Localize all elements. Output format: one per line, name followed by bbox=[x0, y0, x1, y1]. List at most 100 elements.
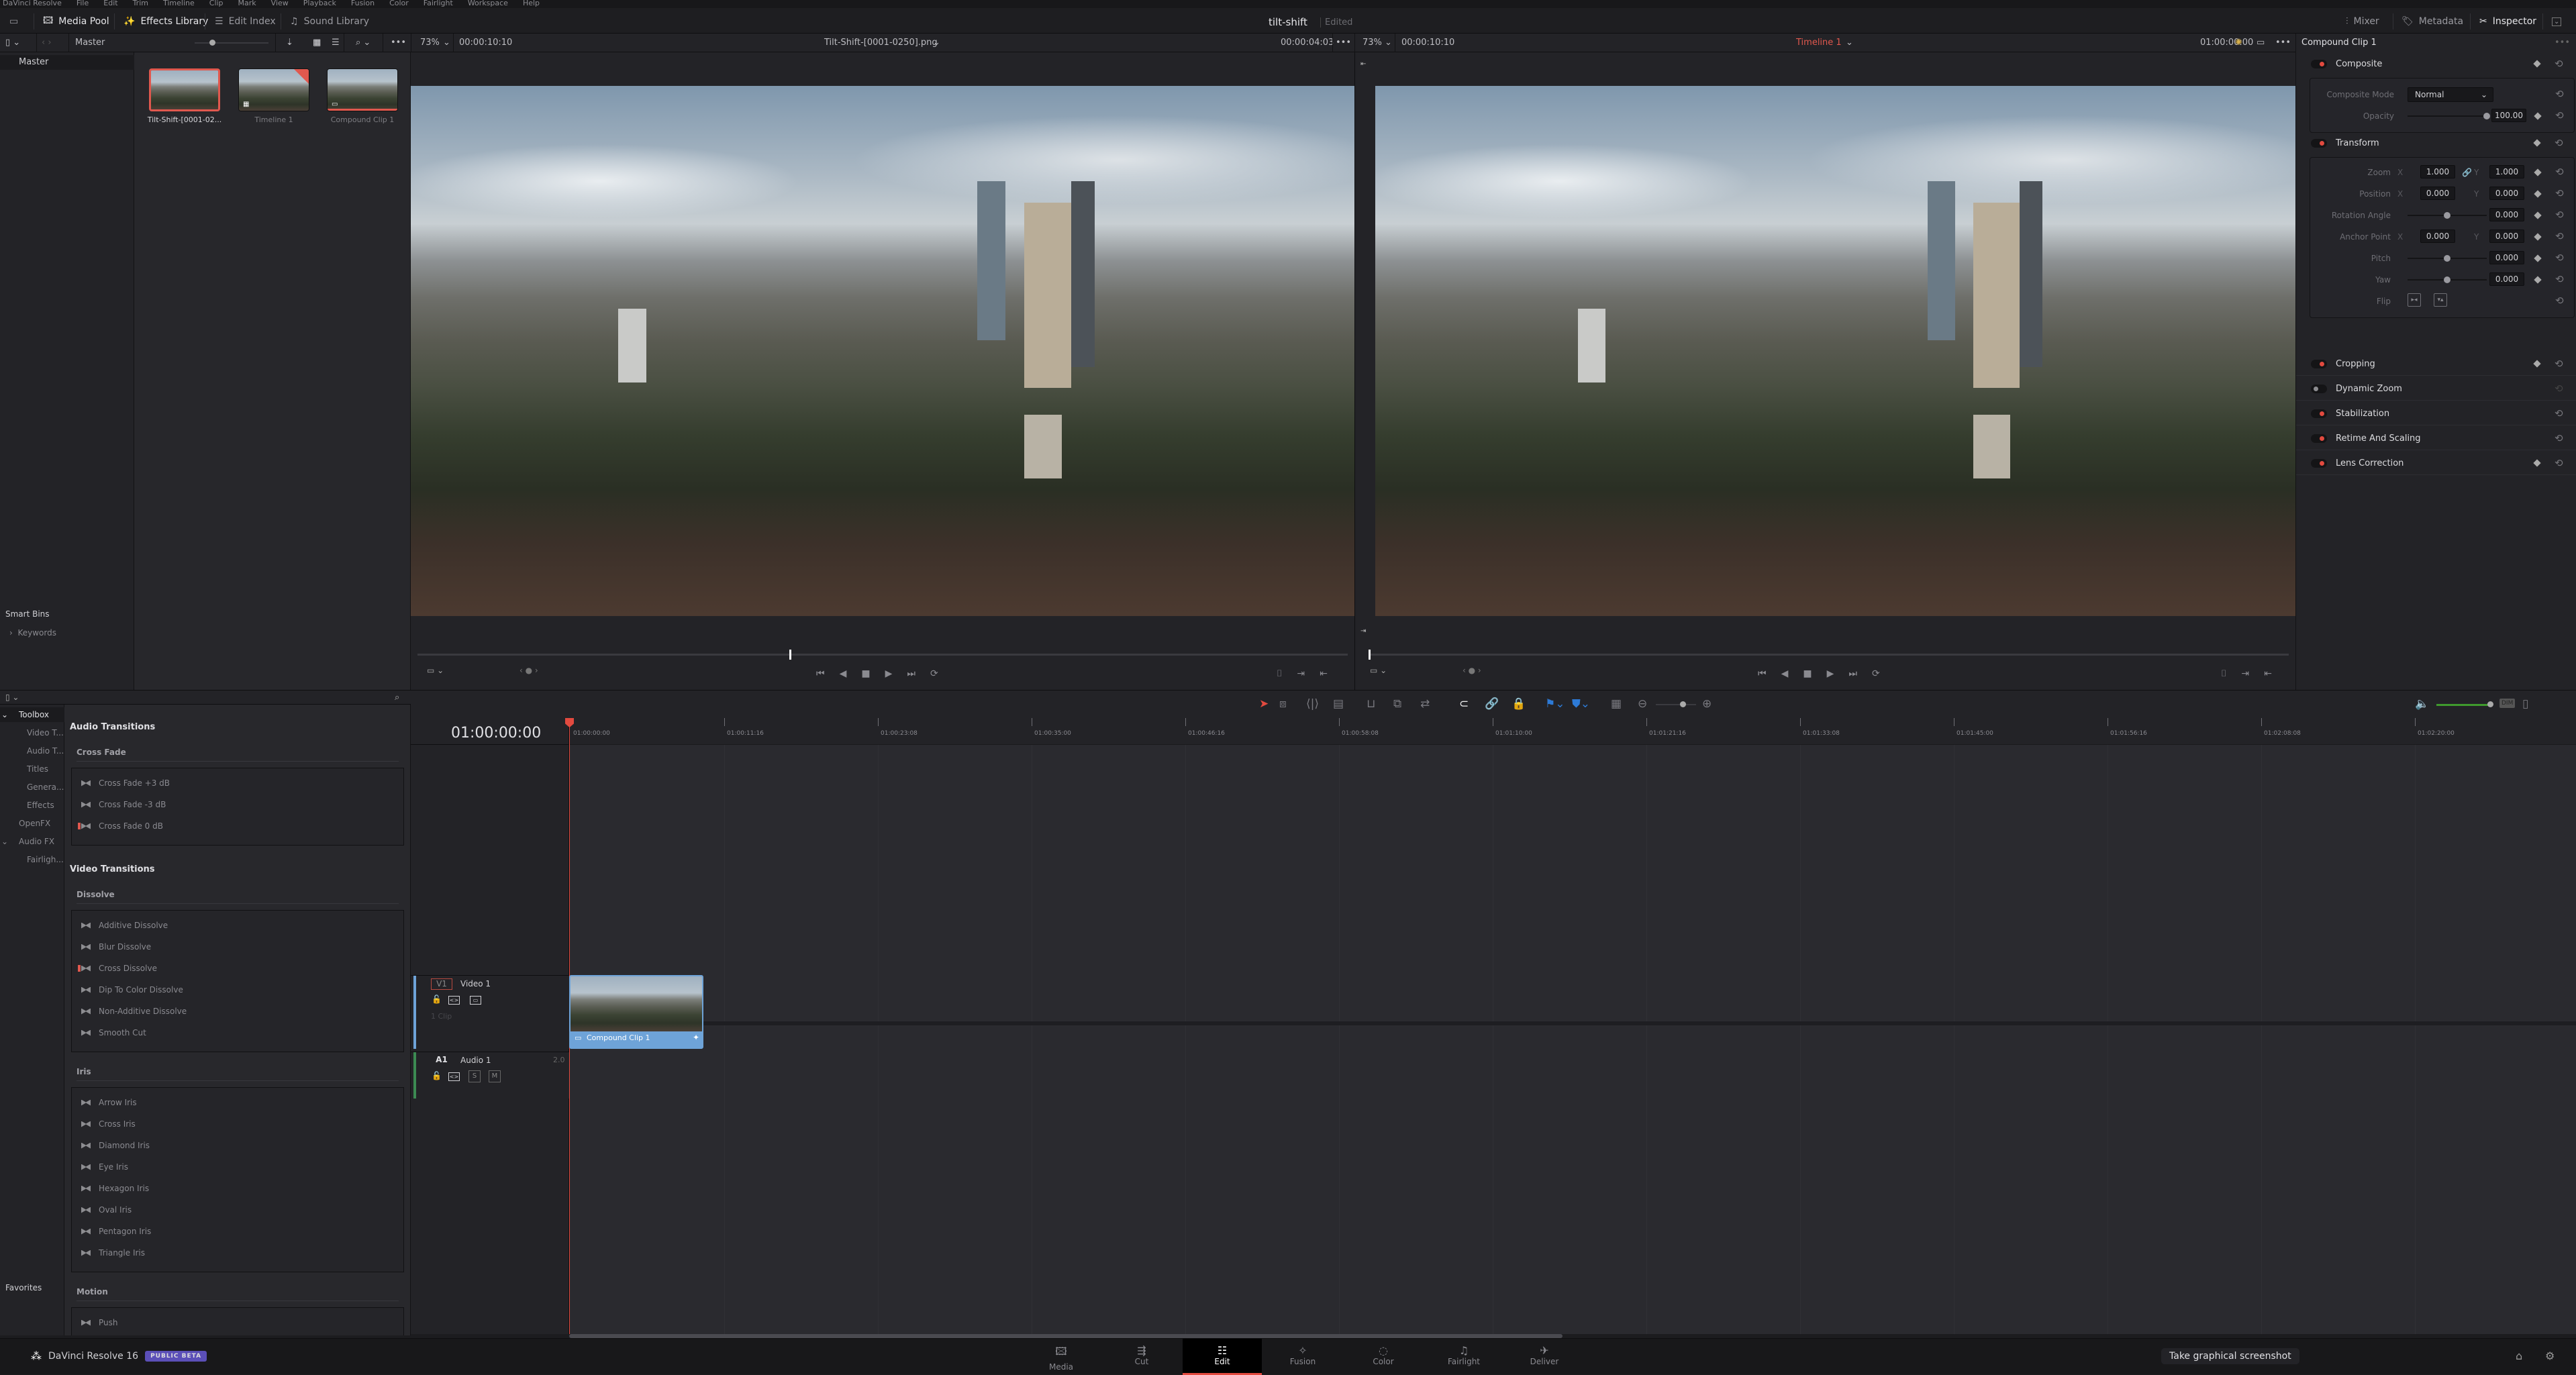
blade-tool-icon[interactable]: ▤ bbox=[1333, 697, 1344, 711]
pitch-slider-knob[interactable] bbox=[2444, 255, 2450, 262]
section-toggle[interactable] bbox=[2311, 409, 2327, 418]
keyframe-icon[interactable] bbox=[2534, 276, 2542, 284]
menu-fusion[interactable]: Fusion bbox=[351, 0, 375, 8]
page-tab-fairlight[interactable]: ♫ Fairlight bbox=[1424, 1339, 1503, 1375]
page-tab-media[interactable]: 🖾 Media bbox=[1022, 1339, 1101, 1375]
play-reverse-icon[interactable]: ◀ bbox=[1781, 668, 1789, 682]
insert-clip-icon[interactable]: ⊔ bbox=[1367, 697, 1375, 711]
sort-icon[interactable]: ⇣ bbox=[286, 38, 293, 48]
thumbnail-size-knob[interactable] bbox=[209, 40, 215, 46]
source-scrub-bar[interactable] bbox=[417, 654, 1348, 656]
settings-gear-icon[interactable]: ⚙ bbox=[2545, 1349, 2555, 1362]
selection-tool-icon[interactable]: ➤ bbox=[1259, 697, 1269, 711]
menu-timeline[interactable]: Timeline bbox=[163, 0, 195, 8]
thumbnail-size-slider[interactable] bbox=[195, 40, 268, 46]
effects-tree-item[interactable]: Audio T... bbox=[0, 744, 64, 758]
zoom-y-value[interactable]: 1.000 bbox=[2489, 165, 2524, 179]
inspector-section-lens-correction[interactable]: Lens Correction ⟲ bbox=[2296, 452, 2576, 475]
lock-icon[interactable]: 🔓 bbox=[431, 1072, 442, 1081]
timeline-scrub-bar[interactable] bbox=[1369, 654, 2289, 656]
mute-button[interactable]: M bbox=[489, 1070, 501, 1082]
menu-app[interactable]: DaVinci Resolve bbox=[3, 0, 62, 8]
keyframe-icon[interactable] bbox=[2534, 233, 2542, 241]
mark-in-icon[interactable]: ⇥ bbox=[2241, 668, 2249, 682]
linked-selection-icon[interactable]: 🔗 bbox=[1485, 697, 1499, 711]
trim-tool-icon[interactable]: ⧈ bbox=[1279, 697, 1287, 711]
opacity-slider-knob[interactable] bbox=[2483, 113, 2490, 119]
effect-item[interactable]: Non-Additive Dissolve bbox=[81, 1005, 187, 1018]
reset-icon[interactable]: ⟲ bbox=[2555, 295, 2564, 307]
rotation-value[interactable]: 0.000 bbox=[2489, 208, 2524, 221]
menu-help[interactable]: Help bbox=[523, 0, 540, 8]
audio-track-name[interactable]: Audio 1 bbox=[460, 1056, 491, 1065]
reset-icon[interactable]: ⟲ bbox=[2555, 88, 2564, 100]
section-toggle[interactable] bbox=[2311, 459, 2327, 468]
chevron-down-icon[interactable]: ⌄ bbox=[933, 38, 940, 48]
favorites-heading[interactable]: Favorites bbox=[5, 1283, 42, 1292]
timeline-zoom-select[interactable]: 73% bbox=[1363, 38, 1382, 48]
skip-end-icon[interactable]: ⏭ bbox=[907, 668, 915, 682]
timeline-thumbnail[interactable]: ▦ bbox=[238, 68, 309, 111]
mixer-button[interactable]: ⫶ Mixer bbox=[2346, 13, 2379, 30]
menu-fairlight[interactable]: Fairlight bbox=[424, 0, 453, 8]
rotation-slider[interactable] bbox=[2408, 212, 2487, 219]
effects-tree-item[interactable]: Effects bbox=[0, 798, 64, 813]
viewer-mode-icon[interactable]: ▭ bbox=[2257, 38, 2265, 48]
inspector-more-icon[interactable]: ••• bbox=[2555, 38, 2570, 48]
flip-horizontal-icon[interactable]: ▸◂ bbox=[2408, 293, 2421, 307]
keyframe-icon[interactable] bbox=[2533, 360, 2541, 368]
source-clip-name[interactable]: Tilt-Shift-[0001-0250].png bbox=[824, 38, 938, 48]
menu-playback[interactable]: Playback bbox=[303, 0, 336, 8]
search-icon[interactable]: ⌕ ⌄ bbox=[356, 38, 370, 48]
menu-trim[interactable]: Trim bbox=[133, 0, 148, 8]
workspace-collapse-button[interactable]: ⌄ bbox=[2552, 13, 2562, 30]
menu-workspace[interactable]: Workspace bbox=[468, 0, 508, 8]
inspector-button[interactable]: ✂ Inspector bbox=[2479, 13, 2536, 30]
chevron-down-icon[interactable]: ⌄ bbox=[443, 38, 450, 48]
transform-toggle[interactable] bbox=[2311, 139, 2327, 148]
effects-tree-item[interactable]: ⌄ Toolbox bbox=[0, 707, 64, 722]
timeline-name-select[interactable]: Timeline 1 bbox=[1796, 38, 1842, 48]
composite-section-header[interactable]: Composite ⟲ bbox=[2296, 53, 2576, 76]
play-icon[interactable]: ▶ bbox=[885, 668, 893, 682]
reset-icon[interactable]: ⟲ bbox=[2555, 432, 2563, 444]
overwrite-clip-icon[interactable]: ⧉ bbox=[1393, 697, 1401, 711]
effects-tree-item[interactable]: Titles bbox=[0, 762, 64, 776]
stop-icon[interactable]: ■ bbox=[861, 668, 870, 682]
effects-tree-item[interactable]: Fairligh... bbox=[0, 852, 64, 867]
compound-clip-thumbnail[interactable]: ▭ bbox=[327, 68, 398, 111]
position-y-value[interactable]: 0.000 bbox=[2489, 187, 2524, 200]
effect-item[interactable]: Cross Iris bbox=[81, 1117, 136, 1131]
solo-button[interactable]: S bbox=[468, 1070, 481, 1082]
inspector-section-cropping[interactable]: Cropping ⟲ bbox=[2296, 353, 2576, 376]
timeline-zoom-slider[interactable] bbox=[1656, 701, 1696, 707]
pitch-slider[interactable] bbox=[2408, 255, 2487, 262]
effect-item[interactable]: Cross Fade 0 dB bbox=[78, 819, 163, 833]
list-view-icon[interactable]: ☰ bbox=[332, 38, 340, 48]
source-playhead[interactable] bbox=[789, 650, 792, 660]
more-options-icon[interactable]: ••• bbox=[391, 38, 406, 48]
menu-color[interactable]: Color bbox=[389, 0, 409, 8]
smart-bin-keywords[interactable]: › Keywords bbox=[9, 628, 56, 638]
speaker-icon[interactable]: 🔈 bbox=[2415, 697, 2429, 711]
replace-clip-icon[interactable]: ⇄ bbox=[1420, 697, 1430, 711]
lock-icon[interactable]: 🔓 bbox=[431, 995, 442, 1005]
pitch-value[interactable]: 0.000 bbox=[2489, 251, 2524, 264]
metadata-button[interactable]: 🏷 Metadata bbox=[2401, 13, 2463, 30]
video-track-id[interactable]: V1 bbox=[431, 978, 452, 990]
bin-list-toggle-icon[interactable]: ▯ ⌄ bbox=[5, 38, 20, 48]
timeline-playhead[interactable] bbox=[1369, 650, 1371, 660]
timeline-view-options-icon[interactable]: ▦ bbox=[1611, 697, 1622, 711]
section-toggle[interactable] bbox=[2311, 434, 2327, 443]
page-tab-color[interactable]: ◌ Color bbox=[1344, 1339, 1423, 1375]
menu-view[interactable]: View bbox=[271, 0, 289, 8]
keyframe-icon[interactable] bbox=[2534, 112, 2542, 120]
timeline-viewer-frame[interactable] bbox=[1375, 86, 2295, 616]
jog-control-icon[interactable]: ‹ ● › bbox=[1463, 666, 1481, 675]
nav-back-forward-icon[interactable]: ‹ › bbox=[42, 38, 52, 48]
keyframe-icon[interactable] bbox=[2534, 254, 2542, 262]
video-track-name[interactable]: Video 1 bbox=[460, 979, 491, 988]
play-icon[interactable]: ▶ bbox=[1827, 668, 1834, 682]
zoom-out-icon[interactable]: ⊖ bbox=[1638, 697, 1647, 711]
effect-item[interactable]: Cross Fade -3 dB bbox=[81, 798, 166, 811]
